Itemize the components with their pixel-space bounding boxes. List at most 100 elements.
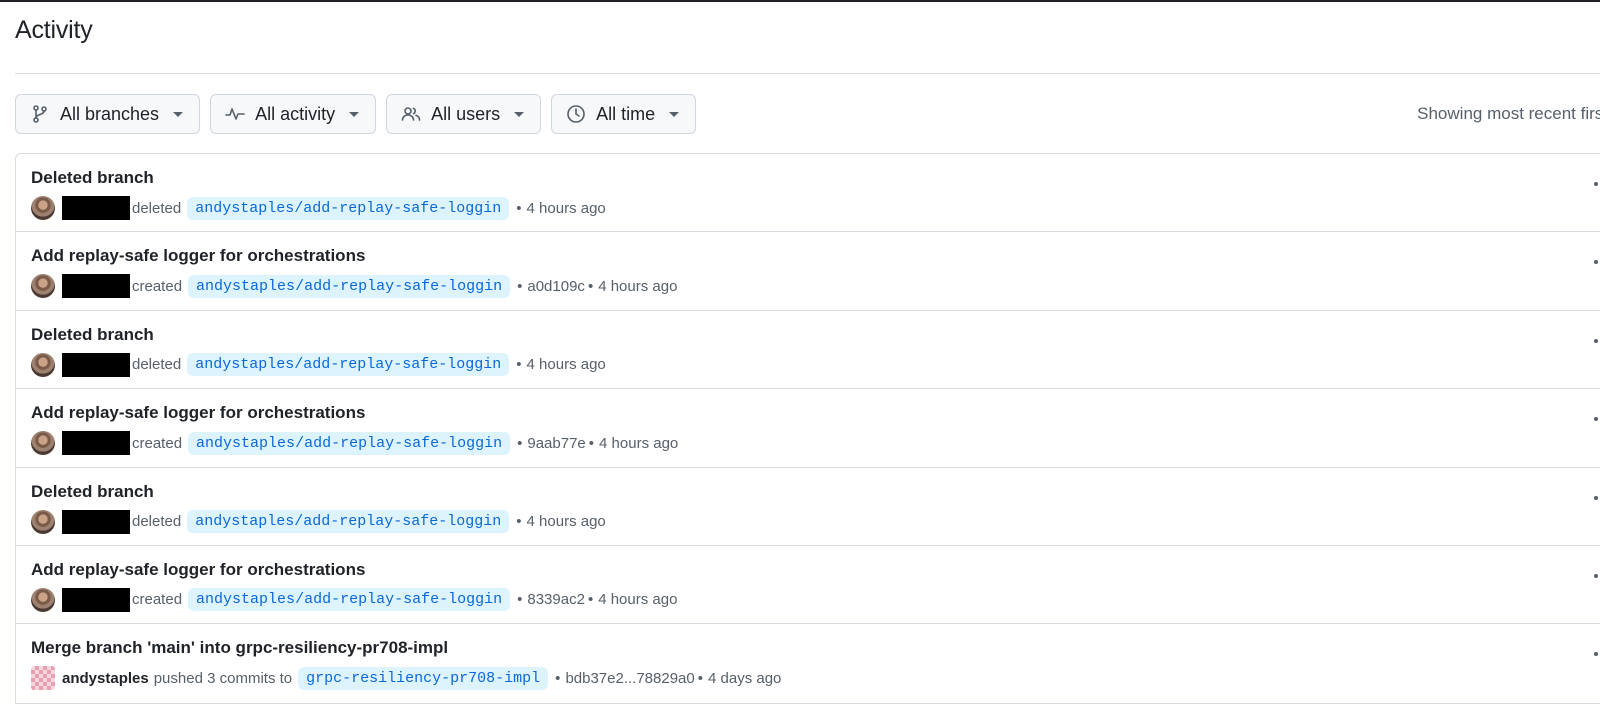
chevron-down-icon	[173, 111, 184, 117]
redacted-username	[62, 431, 130, 456]
more-options-button[interactable]	[1593, 566, 1600, 586]
branch-link[interactable]: andystaples/add-replay-safe-loggin	[188, 431, 511, 455]
kebab-horizontal-icon	[1594, 182, 1598, 186]
branch-link[interactable]: grpc-resiliency-pr708-impl	[298, 666, 549, 690]
activity-row: Add replay-safe logger for orchestration…	[16, 232, 1600, 311]
pulse-icon	[225, 104, 245, 124]
activity-time: 4 hours ago	[526, 356, 606, 374]
separator-dot: •	[517, 277, 523, 295]
filter-bar: All branches All activity All users All …	[15, 94, 697, 134]
separator-dot: •	[516, 199, 522, 217]
separator-dot: •	[517, 434, 523, 452]
activity-list: Deleted branch deleted andystaples/add-r…	[15, 153, 1600, 704]
avatar[interactable]	[31, 431, 55, 456]
activity-title[interactable]: Add replay-safe logger for orchestration…	[31, 560, 365, 580]
avatar[interactable]	[31, 196, 55, 220]
redacted-username	[62, 352, 130, 377]
activity-title: Deleted branch	[31, 324, 154, 344]
activity-meta: andystaples pushed 3 commits to grpc-res…	[31, 664, 781, 692]
avatar[interactable]	[31, 587, 55, 612]
commit-sha[interactable]: a0d109c	[527, 278, 585, 295]
branch-link[interactable]: andystaples/add-replay-safe-loggin	[187, 196, 510, 220]
activity-row: Deleted branch deleted andystaples/add-r…	[16, 468, 1600, 546]
time-filter-label: All time	[596, 103, 656, 124]
clock-icon	[566, 104, 586, 124]
separator-dot: •	[697, 669, 703, 687]
activity-row: Merge branch 'main' into grpc-resiliency…	[16, 624, 1600, 702]
activity-verb: deleted	[132, 513, 182, 531]
kebab-horizontal-icon	[1594, 260, 1598, 265]
users-filter-label: All users	[431, 103, 501, 124]
activity-title: Deleted branch	[31, 481, 154, 501]
chevron-down-icon	[349, 111, 360, 117]
activity-meta: created andystaples/add-replay-safe-logg…	[31, 429, 678, 457]
activity-title[interactable]: Merge branch 'main' into grpc-resiliency…	[31, 638, 448, 658]
people-icon	[401, 104, 421, 124]
separator-dot: •	[517, 591, 523, 609]
separator-dot: •	[516, 513, 522, 531]
avatar[interactable]	[31, 666, 55, 691]
activity-verb: created	[132, 591, 183, 609]
activity-meta: created andystaples/add-replay-safe-logg…	[31, 272, 677, 300]
activity-filter-label: All activity	[255, 103, 336, 124]
more-options-button[interactable]	[1593, 331, 1600, 351]
separator-dot: •	[516, 356, 522, 374]
redacted-username	[62, 587, 130, 612]
separator-dot: •	[587, 591, 594, 609]
time-filter-button[interactable]: All time	[551, 94, 697, 134]
page-title: Activity	[15, 16, 93, 44]
activity-time: 4 hours ago	[526, 513, 606, 531]
kebab-horizontal-icon	[1594, 338, 1598, 343]
activity-meta: created andystaples/add-replay-safe-logg…	[31, 586, 677, 614]
more-options-button[interactable]	[1593, 409, 1600, 429]
activity-meta: deleted andystaples/add-replay-safe-logg…	[31, 351, 606, 379]
branch-link[interactable]: andystaples/add-replay-safe-loggin	[188, 588, 511, 612]
more-options-button[interactable]	[1593, 644, 1600, 664]
commit-sha[interactable]: 8339ac2	[527, 591, 585, 608]
title-divider	[15, 73, 1600, 74]
activity-filter-button[interactable]: All activity	[210, 94, 377, 134]
activity-verb: deleted	[132, 356, 182, 374]
branch-link[interactable]: andystaples/add-replay-safe-loggin	[187, 353, 510, 377]
activity-verb: created	[132, 434, 183, 452]
more-options-button[interactable]	[1593, 252, 1600, 272]
redacted-username	[62, 274, 130, 299]
more-options-button[interactable]	[1593, 174, 1600, 194]
kebab-horizontal-icon	[1594, 652, 1598, 657]
commit-range[interactable]: bdb37e2...78829a0	[565, 670, 694, 687]
activity-title[interactable]: Add replay-safe logger for orchestration…	[31, 403, 365, 423]
avatar[interactable]	[31, 509, 55, 534]
kebab-horizontal-icon	[1594, 495, 1598, 500]
users-filter-button[interactable]: All users	[386, 94, 542, 134]
activity-row: Add replay-safe logger for orchestration…	[16, 546, 1600, 625]
separator-dot: •	[588, 434, 595, 452]
more-options-button[interactable]	[1593, 488, 1600, 508]
activity-meta: deleted andystaples/add-replay-safe-logg…	[31, 194, 606, 222]
activity-time: 4 hours ago	[599, 434, 679, 452]
branch-link[interactable]: andystaples/add-replay-safe-loggin	[187, 510, 510, 534]
activity-time: 4 days ago	[708, 669, 782, 687]
avatar[interactable]	[31, 274, 55, 299]
activity-verb: pushed 3 commits to	[153, 669, 293, 687]
separator-dot: •	[555, 669, 561, 687]
redacted-username	[62, 509, 130, 534]
activity-time: 4 hours ago	[598, 591, 678, 609]
activity-time: 4 hours ago	[598, 277, 678, 295]
redacted-username	[62, 196, 130, 220]
branches-filter-button[interactable]: All branches	[15, 94, 201, 134]
activity-page: Activity All branches All activity All u…	[0, 0, 1600, 719]
sort-order-note: Showing most recent first	[1417, 104, 1600, 123]
activity-meta: deleted andystaples/add-replay-safe-logg…	[31, 508, 606, 536]
activity-title[interactable]: Add replay-safe logger for orchestration…	[31, 246, 365, 266]
commit-sha[interactable]: 9aab77e	[527, 435, 585, 452]
activity-row: Deleted branch deleted andystaples/add-r…	[16, 154, 1600, 233]
kebab-horizontal-icon	[1594, 417, 1598, 422]
activity-row: Add replay-safe logger for orchestration…	[16, 389, 1600, 468]
branches-filter-label: All branches	[60, 103, 160, 124]
separator-dot: •	[587, 277, 594, 295]
branch-link[interactable]: andystaples/add-replay-safe-loggin	[188, 274, 511, 298]
avatar[interactable]	[31, 352, 55, 377]
chevron-down-icon	[669, 111, 680, 117]
activity-row: Deleted branch deleted andystaples/add-r…	[16, 311, 1600, 390]
username-link[interactable]: andystaples	[62, 670, 149, 687]
